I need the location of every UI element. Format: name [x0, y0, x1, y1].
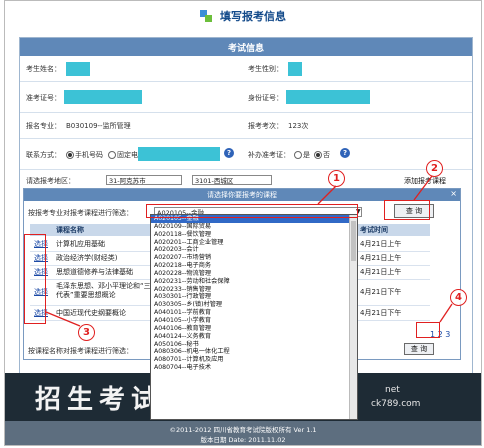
annotation-arrows — [45, 175, 453, 327]
